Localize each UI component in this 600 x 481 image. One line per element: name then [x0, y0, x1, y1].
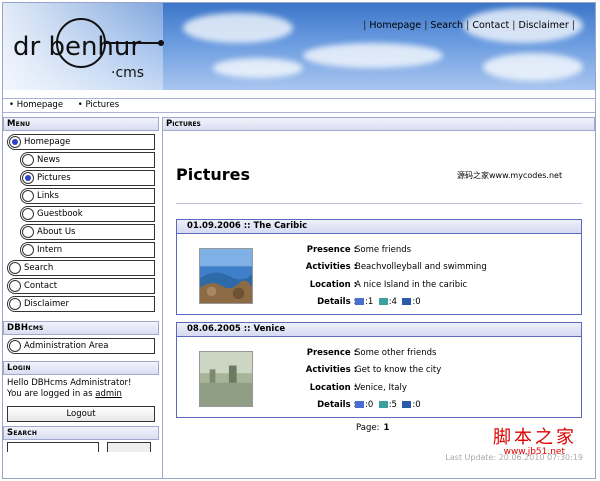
banner: dr benhur ·cms | Homepage | Search | Con… — [3, 3, 595, 90]
radio-icon — [9, 136, 21, 148]
menu-item-administration-area[interactable]: Administration Area — [7, 338, 155, 354]
breadcrumb: • Homepage • Pictures — [3, 98, 595, 113]
radio-icon — [22, 190, 34, 202]
menu-item-search[interactable]: Search — [7, 260, 155, 276]
top-navigation: | Homepage | Search | Contact | Disclaim… — [363, 20, 575, 31]
search-input[interactable] — [7, 442, 99, 452]
page-title: Pictures — [176, 165, 250, 184]
menu-title: Menu — [3, 117, 159, 131]
image-icon[interactable] — [378, 401, 388, 408]
search-title: Search — [3, 426, 159, 440]
topnav-search[interactable]: Search — [430, 20, 463, 31]
details-counts: :1 :4 :0 — [355, 297, 421, 307]
entry-header[interactable]: 08.06.2005 :: Venice — [177, 323, 581, 337]
radio-icon — [22, 154, 34, 166]
radio-icon — [9, 340, 21, 352]
topnav-homepage[interactable]: Homepage — [369, 20, 421, 31]
menu-item-homepage[interactable]: Homepage — [7, 134, 155, 150]
search-button[interactable] — [107, 442, 151, 452]
comment-icon[interactable] — [355, 401, 364, 408]
radio-icon — [22, 244, 34, 256]
thumbnail-caribic[interactable] — [199, 248, 253, 304]
image-icon[interactable] — [378, 298, 388, 305]
video-icon[interactable] — [402, 298, 412, 305]
menu-item-pictures[interactable]: Pictures — [20, 170, 155, 186]
radio-icon — [9, 280, 21, 292]
entry-header[interactable]: 01.09.2006 :: The Caribic — [177, 220, 581, 234]
radio-icon — [22, 226, 34, 238]
menu-list: Homepage News Pictures Links Guestbook A… — [3, 131, 159, 317]
main-content: Pictures Pictures 源码之家www.mycodes.net 01… — [162, 117, 595, 478]
breadcrumb-homepage[interactable]: • Homepage — [9, 100, 69, 110]
login-title: Login — [3, 361, 159, 375]
thumbnail-venice[interactable] — [199, 351, 253, 407]
topnav-contact[interactable]: Contact — [472, 20, 509, 31]
menu-item-news[interactable]: News — [20, 152, 155, 168]
divider — [176, 203, 582, 204]
logout-button[interactable]: Logout — [7, 406, 155, 422]
login-info: Hello DBHcms Administrator! You are logg… — [7, 378, 132, 399]
page-frame: dr benhur ·cms | Homepage | Search | Con… — [2, 2, 596, 479]
radio-icon — [22, 172, 34, 184]
logo-subtext: ·cms — [111, 65, 144, 81]
dbhcms-title: DBHcms — [3, 321, 159, 335]
activities-value: Beachvolleyball and swimming — [355, 262, 487, 272]
video-icon[interactable] — [402, 401, 412, 408]
last-update: Last Update: 20.06.2010 07:30:19 — [445, 453, 583, 462]
menu-item-intern[interactable]: Intern — [20, 242, 155, 258]
radio-icon — [9, 298, 21, 310]
breadcrumb-pictures[interactable]: • Pictures — [78, 100, 125, 110]
radio-icon — [22, 208, 34, 220]
main-section-title: Pictures — [162, 117, 595, 131]
menu-item-contact[interactable]: Contact — [7, 278, 155, 294]
admin-link[interactable]: admin — [95, 389, 122, 399]
gallery-entry: 01.09.2006 :: The Caribic Presence : Som… — [176, 219, 582, 315]
logo[interactable]: dr benhur ·cms — [11, 15, 191, 85]
left-sidebar: Menu Homepage News Pictures Links Guestb… — [3, 117, 159, 478]
logo-text: dr benhur — [13, 32, 141, 62]
presence-value: Some other friends — [355, 348, 437, 358]
location-value: Venice, Italy — [355, 383, 407, 393]
location-value: A nice Island in the caribic — [355, 280, 468, 290]
site-mark: 源码之家www.mycodes.net — [457, 171, 563, 180]
topnav-disclaimer[interactable]: Disclaimer — [519, 20, 569, 31]
comment-icon[interactable] — [355, 298, 364, 305]
watermark: 脚本之家 — [493, 427, 577, 448]
menu-item-disclaimer[interactable]: Disclaimer — [7, 296, 155, 312]
menu-item-guestbook[interactable]: Guestbook — [20, 206, 155, 222]
activities-value: Get to know the city — [355, 365, 442, 375]
pager: Page: 1 — [356, 423, 390, 433]
gallery-entry: 08.06.2005 :: Venice Presence : Some oth… — [176, 322, 582, 418]
presence-value: Some friends — [355, 245, 412, 255]
radio-icon — [9, 262, 21, 274]
menu-item-links[interactable]: Links — [20, 188, 155, 204]
menu-item-about-us[interactable]: About Us — [20, 224, 155, 240]
page-number[interactable]: 1 — [383, 423, 389, 433]
details-counts: :0 :5 :0 — [355, 400, 421, 410]
